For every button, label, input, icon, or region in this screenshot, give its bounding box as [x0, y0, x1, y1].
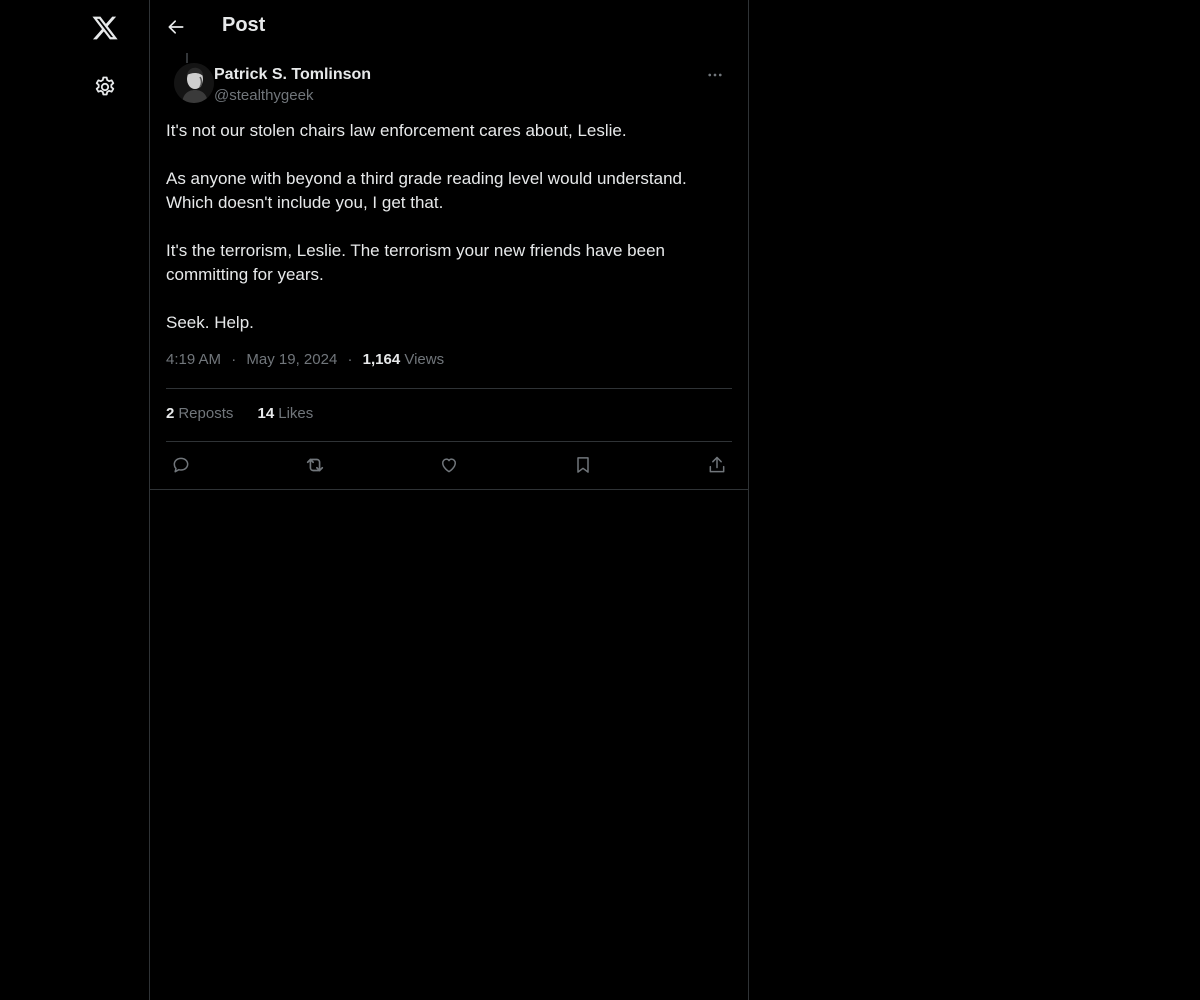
post-paragraph: It's the terrorism, Leslie. The terroris…	[166, 241, 665, 284]
heart-icon	[442, 458, 456, 473]
repost-button[interactable]	[300, 450, 330, 480]
more-options-button[interactable]	[698, 63, 732, 87]
likes-count: 14	[257, 405, 275, 422]
author-handle[interactable]: @stealthygeek	[214, 87, 313, 104]
left-nav	[0, 0, 150, 1000]
home-logo-link[interactable]	[79, 2, 131, 54]
views-count: 1,164	[362, 351, 401, 368]
post-bottom-divider	[150, 489, 748, 490]
share-icon	[709, 456, 725, 473]
post-meta: 4:19 AM · May 19, 2024 · 1,164 Views	[166, 351, 444, 368]
post-paragraph: As anyone with beyond a third grade read…	[166, 169, 687, 212]
likes-stat-link[interactable]: 14 Likes	[258, 405, 314, 422]
post-actions	[166, 450, 732, 480]
meta-separator: ·	[347, 351, 353, 368]
likes-label: Likes	[278, 405, 314, 422]
author-name[interactable]: Patrick S. Tomlinson	[214, 66, 371, 84]
post-paragraph: It's not our stolen chairs law enforceme…	[166, 121, 627, 140]
reposts-label: Reposts	[178, 405, 234, 422]
arrow-left-icon	[168, 20, 184, 34]
more-horizontal-icon	[708, 73, 722, 77]
reposts-stat-link[interactable]: 2 Reposts	[166, 405, 233, 422]
main-column: Post Patrick S. Tomlinson @stealthygeek	[150, 0, 749, 1000]
reply-icon	[173, 457, 189, 473]
page-header: Post	[150, 0, 748, 53]
views-label: Views	[404, 351, 445, 368]
post-date[interactable]: May 19, 2024	[246, 351, 337, 368]
bookmark-icon	[577, 457, 589, 473]
settings-button[interactable]	[79, 61, 131, 113]
back-button[interactable]	[158, 9, 194, 45]
like-button[interactable]	[434, 450, 464, 480]
meta-separator: ·	[231, 351, 237, 368]
author-avatar-image	[174, 63, 214, 103]
post-stats: 2 Reposts 14 Likes	[166, 405, 333, 422]
reply-button[interactable]	[166, 450, 196, 480]
thread-connector-line	[186, 53, 188, 63]
x-logo-icon	[92, 16, 118, 40]
page-title: Post	[222, 14, 266, 36]
divider	[166, 388, 732, 389]
divider	[166, 441, 732, 442]
bookmark-button[interactable]	[568, 450, 598, 480]
repost-icon	[306, 458, 324, 472]
app-root: Post Patrick S. Tomlinson @stealthygeek	[0, 0, 1200, 1000]
post-text: It's not our stolen chairs law enforceme…	[166, 119, 732, 335]
post-time[interactable]: 4:19 AM	[166, 351, 221, 368]
reposts-count: 2	[166, 405, 175, 422]
post-paragraph: Seek. Help.	[166, 313, 254, 332]
share-button[interactable]	[702, 450, 732, 480]
avatar[interactable]	[174, 63, 214, 103]
gear-icon	[95, 76, 115, 96]
